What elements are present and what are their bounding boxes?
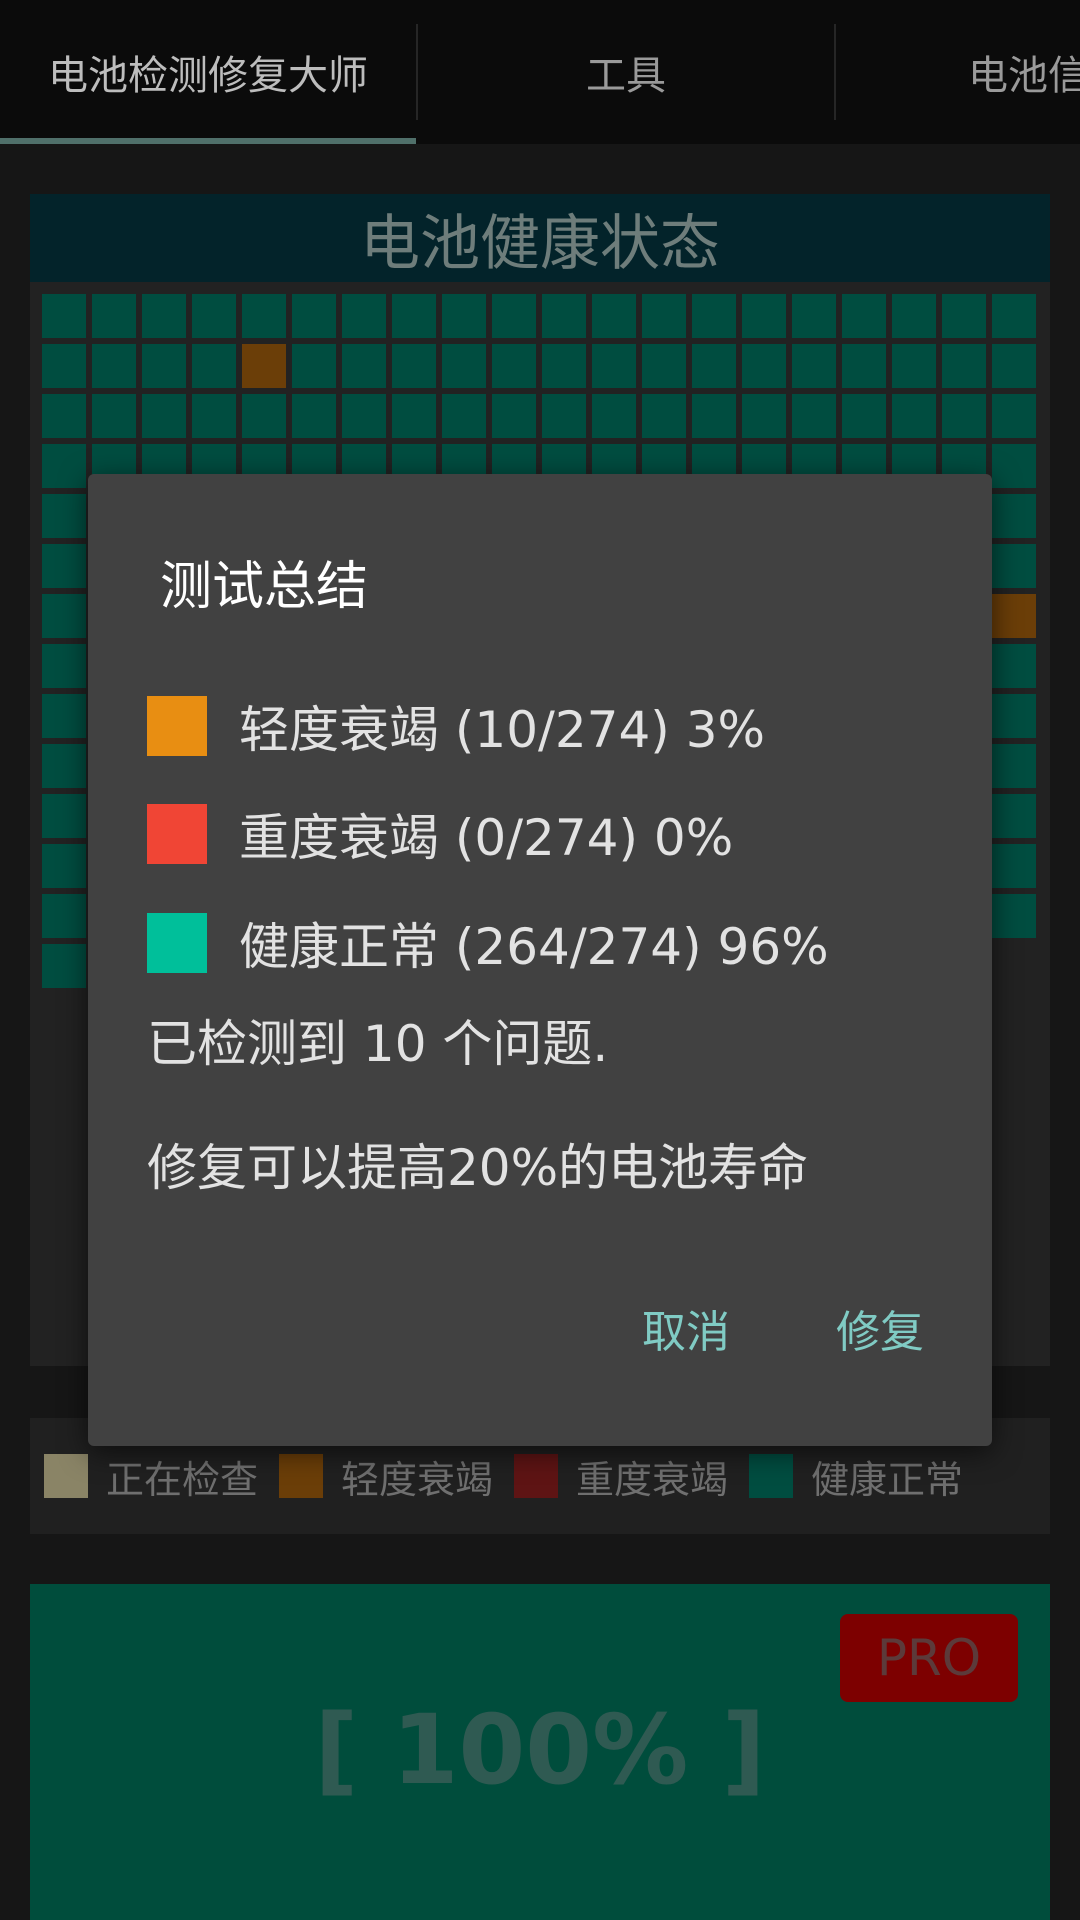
summary-row-severe: 重度衰竭 (0/274) 0% <box>147 804 733 867</box>
summary-swatch-severe <box>147 804 207 864</box>
repair-button[interactable]: 修复 <box>836 1296 924 1360</box>
repair-tip-text: 修复可以提高20%的电池寿命 <box>147 1139 809 1197</box>
dialog-title: 测试总结 <box>160 557 369 617</box>
summary-text: 轻度衰竭 (10/274) 3% <box>239 701 766 759</box>
summary-swatch-mild <box>147 696 207 756</box>
detected-issues-text: 已检测到 10 个问题. <box>147 1015 609 1073</box>
cancel-button[interactable]: 取消 <box>642 1296 730 1360</box>
summary-row-healthy: 健康正常 (264/274) 96% <box>147 913 829 976</box>
summary-swatch-healthy <box>147 913 207 973</box>
summary-text: 重度衰竭 (0/274) 0% <box>239 809 734 867</box>
summary-text: 健康正常 (264/274) 96% <box>239 918 829 976</box>
summary-row-mild: 轻度衰竭 (10/274) 3% <box>147 696 765 759</box>
test-summary-dialog: 测试总结 轻度衰竭 (10/274) 3% 重度衰竭 (0/274) 0% 健康… <box>88 474 992 1446</box>
